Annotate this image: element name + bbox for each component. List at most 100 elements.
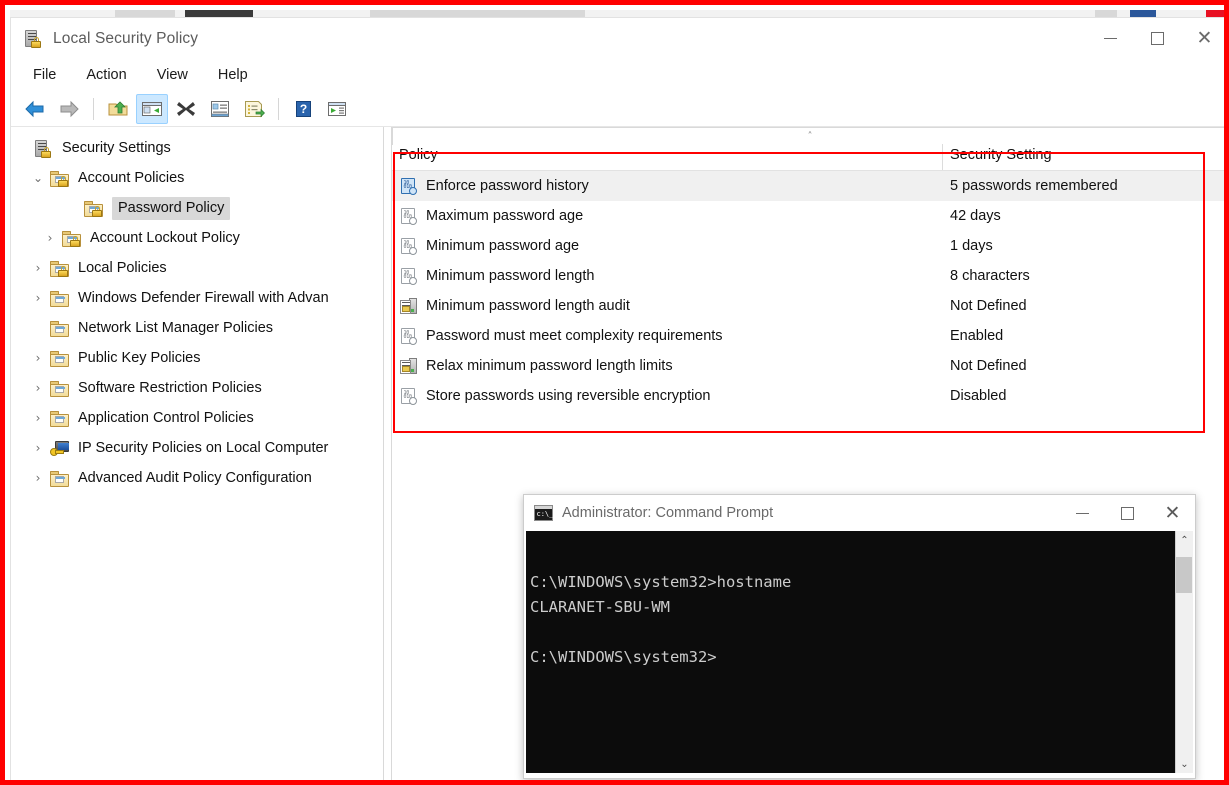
tree-item-public-key-policies[interactable]: › Public Key Policies [11, 343, 382, 373]
tree-item-software-restriction-policies[interactable]: › Software Restriction Policies [11, 373, 382, 403]
forward-icon [60, 100, 79, 117]
tree-item-local-policies[interactable]: › Local Policies [11, 253, 382, 283]
menu-item-view[interactable]: View [145, 63, 200, 87]
menu-item-help[interactable]: Help [206, 63, 260, 87]
cmd-output[interactable]: C:\WINDOWS\system32>hostname CLARANET-SB… [526, 531, 1175, 773]
chevron-right-icon[interactable]: › [27, 283, 49, 313]
cmd-scrollbar-thumb[interactable] [1176, 557, 1192, 593]
table-row[interactable]: 10 010 Minimum password age 1 days [392, 231, 1224, 261]
export-list-button[interactable] [238, 94, 270, 124]
title-bar: Local Security Policy ✕ [11, 18, 1224, 59]
policy-cell: Minimum password length audit [392, 297, 943, 316]
tree-item-application-control-policies[interactable]: › Application Control Policies [11, 403, 382, 433]
tree-item-ip-security-policies[interactable]: › IP Security Policies on Local Computer [11, 433, 382, 463]
tree-item-network-list-manager-policies[interactable]: Network List Manager Policies [11, 313, 382, 343]
cmd-minimize-button[interactable] [1060, 495, 1105, 531]
policy-setting-icon: 10 010 [399, 327, 419, 346]
tree-item-label: Windows Defender Firewall with Advan [78, 289, 329, 306]
cmd-title-bar: Administrator: Command Prompt ✕ [524, 495, 1195, 531]
forward-button[interactable] [53, 94, 85, 124]
tree-item-account-lockout-policy[interactable]: › Account Lockout Policy [11, 223, 382, 253]
policy-setting-icon: 10 010 [399, 267, 419, 286]
tree-item-account-policies[interactable]: ⌄ Account Policies [11, 163, 382, 193]
tree-item-label: Local Policies [78, 259, 167, 276]
back-icon [25, 100, 44, 117]
policy-setting-icon: 10 010 [399, 387, 419, 406]
delete-icon [177, 101, 195, 116]
chevron-right-icon[interactable]: › [27, 403, 49, 433]
folder-icon [49, 469, 71, 488]
tree-item-windows-defender-firewall[interactable]: › Windows Defender Firewall with Advan [11, 283, 382, 313]
table-row[interactable]: Minimum password length audit Not Define… [392, 291, 1224, 321]
policy-name: Password must meet complexity requiremen… [426, 328, 723, 344]
list-sort-bar[interactable]: ˄ [392, 127, 1224, 145]
chevron-right-icon[interactable]: › [27, 343, 49, 373]
cmd-window-controls: ✕ [1060, 495, 1195, 531]
security-setting-value: 5 passwords remembered [950, 178, 1118, 194]
chevron-right-icon[interactable]: › [27, 433, 49, 463]
policy-cell: 10 010 Store passwords using reversible e… [392, 387, 943, 406]
close-button[interactable]: ✕ [1181, 18, 1224, 59]
security-policy-icon [23, 29, 43, 49]
column-header-policy[interactable]: Policy [392, 144, 943, 170]
menu-item-file[interactable]: File [21, 63, 68, 87]
table-row[interactable]: 10 010 Enforce password history 5 passwor… [392, 171, 1224, 201]
machine-policy-icon [399, 297, 419, 316]
column-header-security-setting[interactable]: Security Setting [943, 144, 1224, 170]
tree-item-security-settings[interactable]: Security Settings [11, 133, 382, 163]
menu-item-action[interactable]: Action [74, 63, 138, 87]
policy-name: Maximum password age [426, 208, 584, 224]
tree-item-label: Account Lockout Policy [90, 229, 240, 246]
menu-bar: File Action View Help [11, 59, 1224, 91]
scroll-down-icon[interactable]: ⌄ [1176, 755, 1193, 773]
chevron-right-icon[interactable]: › [27, 253, 49, 283]
policy-cell: 10 010 Minimum password length [392, 267, 943, 286]
table-row[interactable]: 10 010 Minimum password length 8 characte… [392, 261, 1224, 291]
chevron-down-icon[interactable]: ⌄ [27, 163, 49, 193]
minimize-button[interactable] [1087, 18, 1134, 59]
tree-item-label: Public Key Policies [78, 349, 201, 366]
machine-policy-icon [399, 357, 419, 376]
policy-setting-icon: 10 010 [399, 207, 419, 226]
up-one-level-button[interactable] [102, 94, 134, 124]
scroll-up-icon[interactable]: ⌃ [1176, 531, 1193, 549]
toolbar: ? [11, 91, 1224, 127]
policy-setting-icon: 10 010 [399, 177, 419, 196]
table-row[interactable]: 10 010 Password must meet complexity requ… [392, 321, 1224, 351]
delete-button[interactable] [170, 94, 202, 124]
security-setting-value: 1 days [950, 238, 993, 254]
chevron-right-icon[interactable]: › [27, 463, 49, 493]
show-hide-action-pane-button[interactable] [321, 94, 353, 124]
policy-cell: 10 010 Password must meet complexity requ… [392, 327, 943, 346]
chevron-right-icon[interactable]: › [39, 223, 61, 253]
policy-cell: 10 010 Minimum password age [392, 237, 943, 256]
show-hide-console-tree-button[interactable] [136, 93, 168, 124]
table-row[interactable]: Relax minimum password length limits Not… [392, 351, 1224, 381]
maximize-button[interactable] [1134, 18, 1181, 59]
toolbar-separator [278, 97, 279, 120]
folder-icon [49, 349, 71, 368]
help-button[interactable]: ? [287, 94, 319, 124]
policy-list: 10 010 Enforce password history 5 passwor… [392, 171, 1224, 411]
export-list-icon [245, 100, 265, 117]
folder-lock-icon [83, 199, 105, 218]
cmd-maximize-button[interactable] [1105, 495, 1150, 531]
properties-button[interactable] [204, 94, 236, 124]
folder-icon [49, 379, 71, 398]
table-row[interactable]: 10 010 Store passwords using reversible e… [392, 381, 1224, 411]
policy-cell: 10 010 Maximum password age [392, 207, 943, 226]
chevron-right-icon[interactable]: › [27, 373, 49, 403]
cmd-close-button[interactable]: ✕ [1150, 495, 1195, 531]
tree-item-label: Application Control Policies [78, 409, 254, 426]
policy-name: Minimum password length audit [426, 298, 630, 314]
tree-item-password-policy[interactable]: Password Policy [11, 193, 382, 223]
table-row[interactable]: 10 010 Maximum password age 42 days [392, 201, 1224, 231]
security-settings-icon [33, 139, 55, 158]
tree-item-label: Software Restriction Policies [78, 379, 262, 396]
console-tree: Security Settings ⌄ Account Policies Pas… [11, 127, 383, 780]
tree-item-advanced-audit-policy-configuration[interactable]: › Advanced Audit Policy Configuration [11, 463, 382, 493]
pane-splitter[interactable] [383, 127, 392, 780]
back-button[interactable] [19, 94, 51, 124]
security-setting-value: Disabled [950, 388, 1007, 404]
policy-cell: Relax minimum password length limits [392, 357, 943, 376]
